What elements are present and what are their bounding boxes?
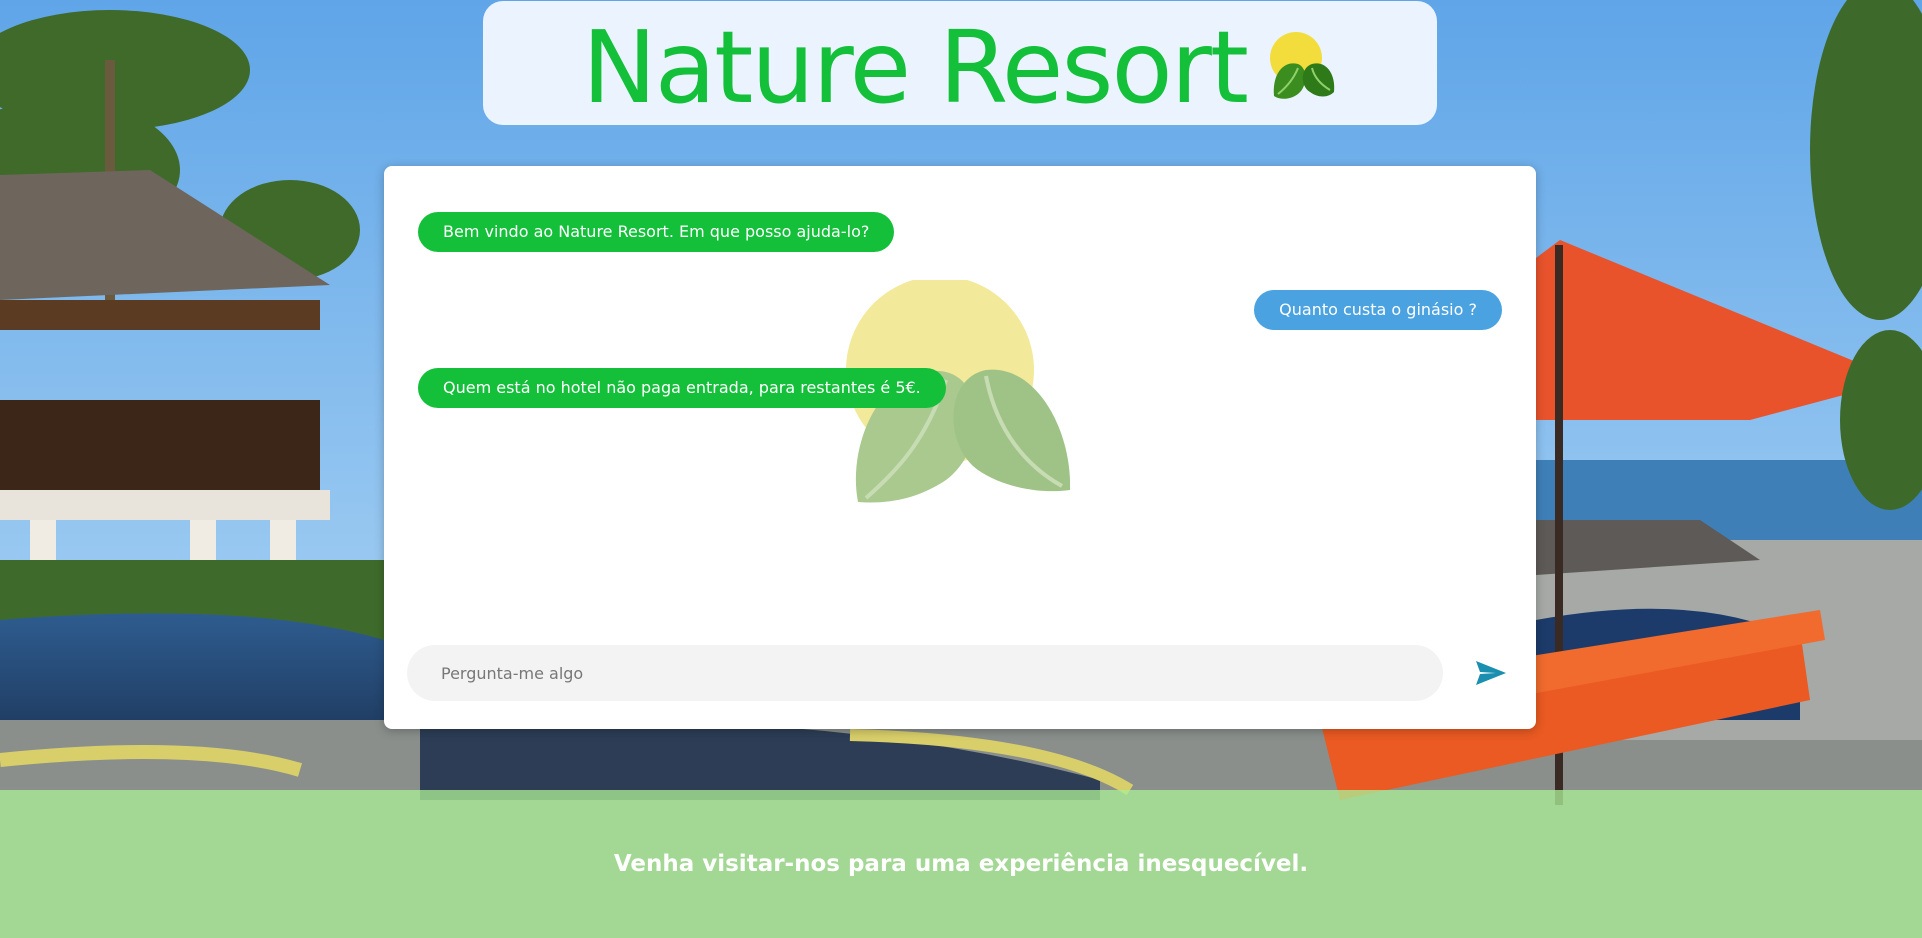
send-button[interactable] — [1470, 653, 1510, 693]
chat-input-container — [407, 645, 1443, 701]
bot-message: Quem está no hotel não paga entrada, par… — [418, 368, 946, 408]
send-arrow-icon — [1470, 661, 1510, 696]
sun-leaves-logo-icon — [1268, 30, 1340, 104]
site-title: Nature Resort — [582, 9, 1249, 126]
page: Nature Resort Bem vindo ao Nature Resort… — [0, 0, 1922, 938]
user-message: Quanto custa o ginásio ? — [1254, 290, 1502, 330]
chat-panel: Bem vindo ao Nature Resort. Em que posso… — [384, 166, 1536, 729]
bot-message: Bem vindo ao Nature Resort. Em que posso… — [418, 212, 895, 252]
footer: Venha visitar-nos para uma experiência i… — [0, 790, 1922, 938]
chat-input[interactable] — [407, 645, 1443, 701]
footer-text: Venha visitar-nos para uma experiência i… — [613, 851, 1309, 877]
